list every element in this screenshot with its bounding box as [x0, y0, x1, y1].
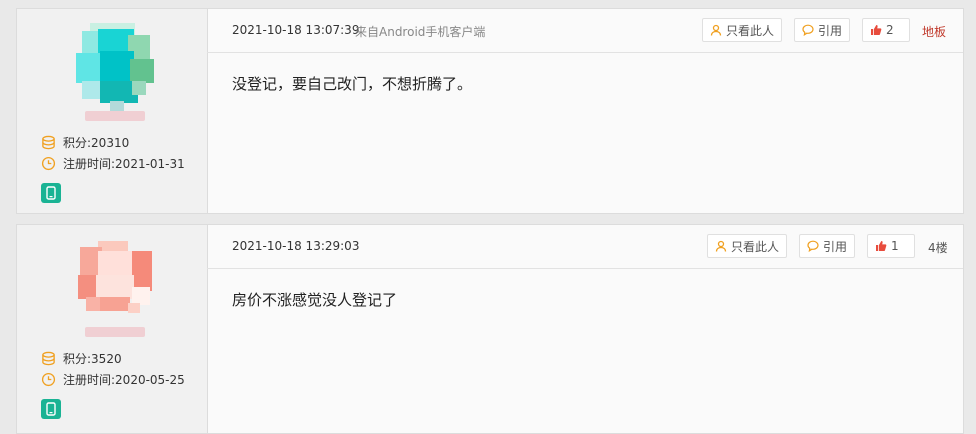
post: 积分:3520 注册时间:2020-05-25 2021-10-18 13:29… [16, 224, 964, 434]
user-icon [715, 240, 727, 252]
quote-button[interactable]: 引用 [794, 18, 851, 42]
reg-row: 注册时间:2020-05-25 [41, 371, 185, 388]
floor-link[interactable]: 4楼 [928, 239, 948, 256]
points-row: 积分:3520 [41, 350, 122, 367]
post-time: 2021-10-18 13:07:39 [232, 23, 360, 37]
only-this-user-label: 只看此人 [731, 239, 780, 254]
post-content: 2021-10-18 13:07:39 来自Android手机客户端 只看此人 … [207, 9, 963, 213]
user-sidebar: 积分:3520 注册时间:2020-05-25 [17, 225, 208, 433]
floor-link[interactable]: 地板 [922, 23, 946, 40]
quote-icon [807, 240, 819, 252]
quote-button[interactable]: 引用 [799, 234, 856, 258]
quote-label: 引用 [818, 23, 843, 38]
like-button[interactable]: 2 [862, 18, 910, 42]
post-time: 2021-10-18 13:29:03 [232, 239, 360, 253]
thumbs-up-icon [871, 25, 882, 35]
clock-icon [41, 156, 56, 171]
reg-label: 注册时间: [63, 157, 116, 171]
username-masked[interactable] [85, 111, 145, 121]
thumbs-up-icon [876, 241, 887, 251]
reg-label: 注册时间: [63, 373, 116, 387]
reg-row: 注册时间:2021-01-31 [41, 155, 185, 172]
coins-icon [42, 351, 55, 366]
points-label: 积分: [63, 136, 92, 150]
post: 积分:20310 注册时间:2021-01-31 2021-10-18 13:0… [16, 8, 964, 214]
avatar[interactable] [70, 233, 160, 333]
clock-icon [41, 372, 56, 387]
only-this-user-label: 只看此人 [726, 23, 775, 38]
reg-date: 2021-01-31 [115, 157, 185, 171]
points-value: 20310 [91, 136, 130, 150]
avatar[interactable] [70, 17, 160, 117]
points-value: 3520 [91, 352, 122, 366]
points-label: 积分: [63, 352, 92, 366]
quote-icon [802, 24, 814, 36]
post-body: 没登记，要自己改门，不想折腾了。 [232, 75, 473, 93]
only-this-user-button[interactable]: 只看此人 [707, 234, 788, 258]
mobile-icon[interactable] [41, 183, 61, 203]
user-icon [710, 24, 722, 36]
like-count: 1 [891, 239, 899, 253]
quote-label: 引用 [823, 239, 848, 254]
points-row: 积分:20310 [41, 134, 129, 151]
post-header: 2021-10-18 13:07:39 来自Android手机客户端 只看此人 … [207, 9, 963, 53]
post-body: 房价不涨感觉没人登记了 [232, 291, 398, 309]
only-this-user-button[interactable]: 只看此人 [702, 18, 783, 42]
reg-date: 2020-05-25 [115, 373, 185, 387]
like-count: 2 [886, 23, 894, 37]
like-button[interactable]: 1 [867, 234, 915, 258]
post-header: 2021-10-18 13:29:03 只看此人 引用 1 4楼 [207, 225, 963, 269]
user-sidebar: 积分:20310 注册时间:2021-01-31 [17, 9, 208, 213]
username-masked[interactable] [85, 327, 145, 337]
post-source: 来自Android手机客户端 [355, 25, 486, 39]
post-content: 2021-10-18 13:29:03 只看此人 引用 1 4楼 房价不涨感觉没… [207, 225, 963, 433]
mobile-icon[interactable] [41, 399, 61, 419]
coins-icon [42, 135, 55, 150]
